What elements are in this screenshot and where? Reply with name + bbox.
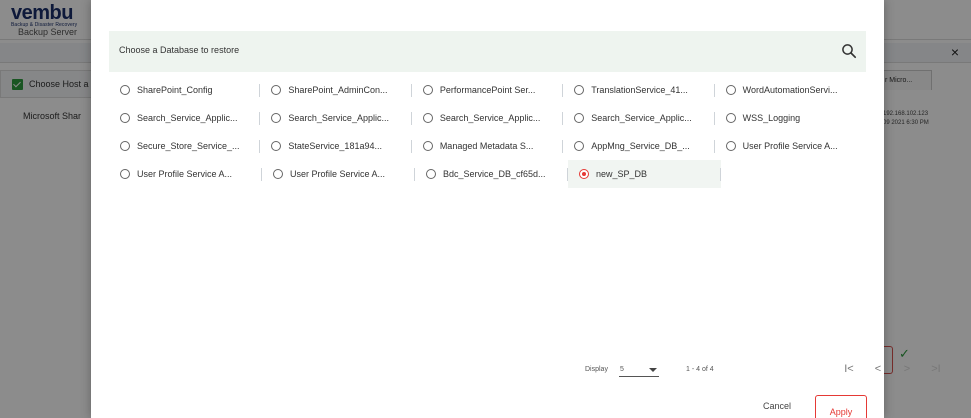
page-size-value: 5 bbox=[620, 366, 624, 373]
database-option-label: TranslationService_41... bbox=[591, 85, 688, 95]
database-option[interactable]: Managed Metadata S... bbox=[412, 132, 564, 160]
database-option[interactable]: User Profile Service A... bbox=[109, 160, 262, 188]
database-list: SharePoint_Config SharePoint_AdminCon... P… bbox=[109, 76, 866, 188]
last-page-icon[interactable]: >I bbox=[928, 362, 944, 376]
database-option[interactable]: User Profile Service A... bbox=[262, 160, 415, 188]
database-option-label: AppMng_Service_DB_... bbox=[591, 141, 690, 151]
database-option-label: WordAutomationServi... bbox=[742, 85, 838, 95]
database-option[interactable]: Search_Service_Applic... bbox=[412, 104, 564, 132]
database-option[interactable]: Secure_Store_Service_... bbox=[109, 132, 261, 160]
database-option-label: Search_Service_Applic... bbox=[137, 113, 238, 123]
database-option-label: Search_Service_Applic... bbox=[439, 113, 541, 123]
search-title: Choose a Database to restore bbox=[119, 45, 240, 55]
radio-icon[interactable] bbox=[426, 169, 436, 179]
database-option[interactable]: StateService_181a94... bbox=[260, 132, 412, 160]
radio-icon[interactable] bbox=[271, 85, 282, 95]
display-label: Display bbox=[585, 366, 608, 373]
radio-icon[interactable] bbox=[120, 113, 130, 123]
database-row: User Profile Service A... User Profile Se… bbox=[109, 160, 866, 188]
search-icon[interactable] bbox=[841, 43, 857, 59]
database-option[interactable]: Search_Service_Applic... bbox=[563, 104, 715, 132]
radio-icon[interactable] bbox=[574, 141, 585, 151]
database-option-label: Search_Service_Applic... bbox=[288, 113, 389, 123]
radio-icon[interactable] bbox=[120, 85, 130, 95]
radio-icon[interactable] bbox=[271, 141, 282, 151]
database-option-label: PerformancePoint Ser... bbox=[439, 85, 536, 95]
database-option[interactable]: Bdc_Service_DB_cf65d... bbox=[415, 160, 568, 188]
cancel-button[interactable]: Cancel bbox=[763, 401, 791, 411]
database-option[interactable]: WordAutomationServi... bbox=[715, 76, 866, 104]
database-option-label: new_SP_DB bbox=[596, 169, 648, 179]
database-option[interactable]: AppMng_Service_DB_... bbox=[563, 132, 715, 160]
database-row: Search_Service_Applic... Search_Service_A… bbox=[109, 104, 866, 132]
database-option-label: WSS_Logging bbox=[742, 113, 801, 123]
radio-icon[interactable] bbox=[725, 85, 736, 95]
database-option-label: Search_Service_Applic... bbox=[591, 113, 692, 123]
database-option-label: StateService_181a94... bbox=[288, 141, 382, 151]
database-option[interactable]: SharePoint_AdminCon... bbox=[260, 76, 412, 104]
radio-icon[interactable] bbox=[725, 113, 736, 123]
radio-selected-icon[interactable] bbox=[579, 169, 589, 179]
search-bar: Choose a Database to restore bbox=[109, 31, 866, 72]
database-option[interactable]: WSS_Logging bbox=[715, 104, 866, 132]
database-option-label: SharePoint_Config bbox=[137, 85, 213, 95]
radio-icon[interactable] bbox=[574, 113, 585, 123]
database-option-label: Secure_Store_Service_... bbox=[137, 141, 240, 151]
database-option-label: SharePoint_AdminCon... bbox=[288, 85, 388, 95]
chevron-down-icon bbox=[649, 368, 657, 372]
prev-page-icon[interactable]: < bbox=[870, 362, 886, 376]
database-option-label: User Profile Service A... bbox=[290, 169, 386, 179]
next-page-icon[interactable]: > bbox=[899, 362, 915, 376]
page-size-select[interactable]: 5 bbox=[619, 362, 659, 377]
database-option[interactable]: Search_Service_Applic... bbox=[109, 104, 261, 132]
radio-icon[interactable] bbox=[422, 85, 433, 95]
column-divider bbox=[720, 168, 721, 181]
radio-icon[interactable] bbox=[574, 85, 585, 95]
radio-icon[interactable] bbox=[271, 113, 282, 123]
page-range: 1 - 4 of 4 bbox=[686, 366, 714, 373]
database-option-label: User Profile Service A... bbox=[742, 141, 838, 151]
database-option[interactable]: SharePoint_Config bbox=[109, 76, 261, 104]
database-option[interactable]: Search_Service_Applic... bbox=[260, 104, 412, 132]
radio-icon[interactable] bbox=[120, 169, 130, 179]
restore-database-dialog: Choose a Database to restore SharePoint_… bbox=[91, 0, 941, 418]
radio-icon[interactable] bbox=[422, 113, 433, 123]
database-option[interactable]: new_SP_DB bbox=[568, 160, 721, 188]
database-option[interactable]: TranslationService_41... bbox=[563, 76, 715, 104]
database-row: Secure_Store_Service_... StateService_181… bbox=[109, 132, 866, 160]
database-option-label: Managed Metadata S... bbox=[439, 141, 534, 151]
apply-button[interactable]: Apply bbox=[815, 395, 867, 418]
radio-icon[interactable] bbox=[422, 141, 433, 151]
database-option[interactable]: User Profile Service A... bbox=[715, 132, 866, 160]
radio-icon[interactable] bbox=[120, 141, 130, 151]
first-page-icon[interactable]: I< bbox=[841, 362, 857, 376]
radio-icon[interactable] bbox=[273, 169, 283, 179]
database-option[interactable]: PerformancePoint Ser... bbox=[412, 76, 564, 104]
database-option-label: User Profile Service A... bbox=[137, 169, 233, 179]
database-option-label: Bdc_Service_DB_cf65d... bbox=[443, 169, 546, 179]
database-row: SharePoint_Config SharePoint_AdminCon... P… bbox=[109, 76, 866, 104]
radio-icon[interactable] bbox=[725, 141, 736, 151]
